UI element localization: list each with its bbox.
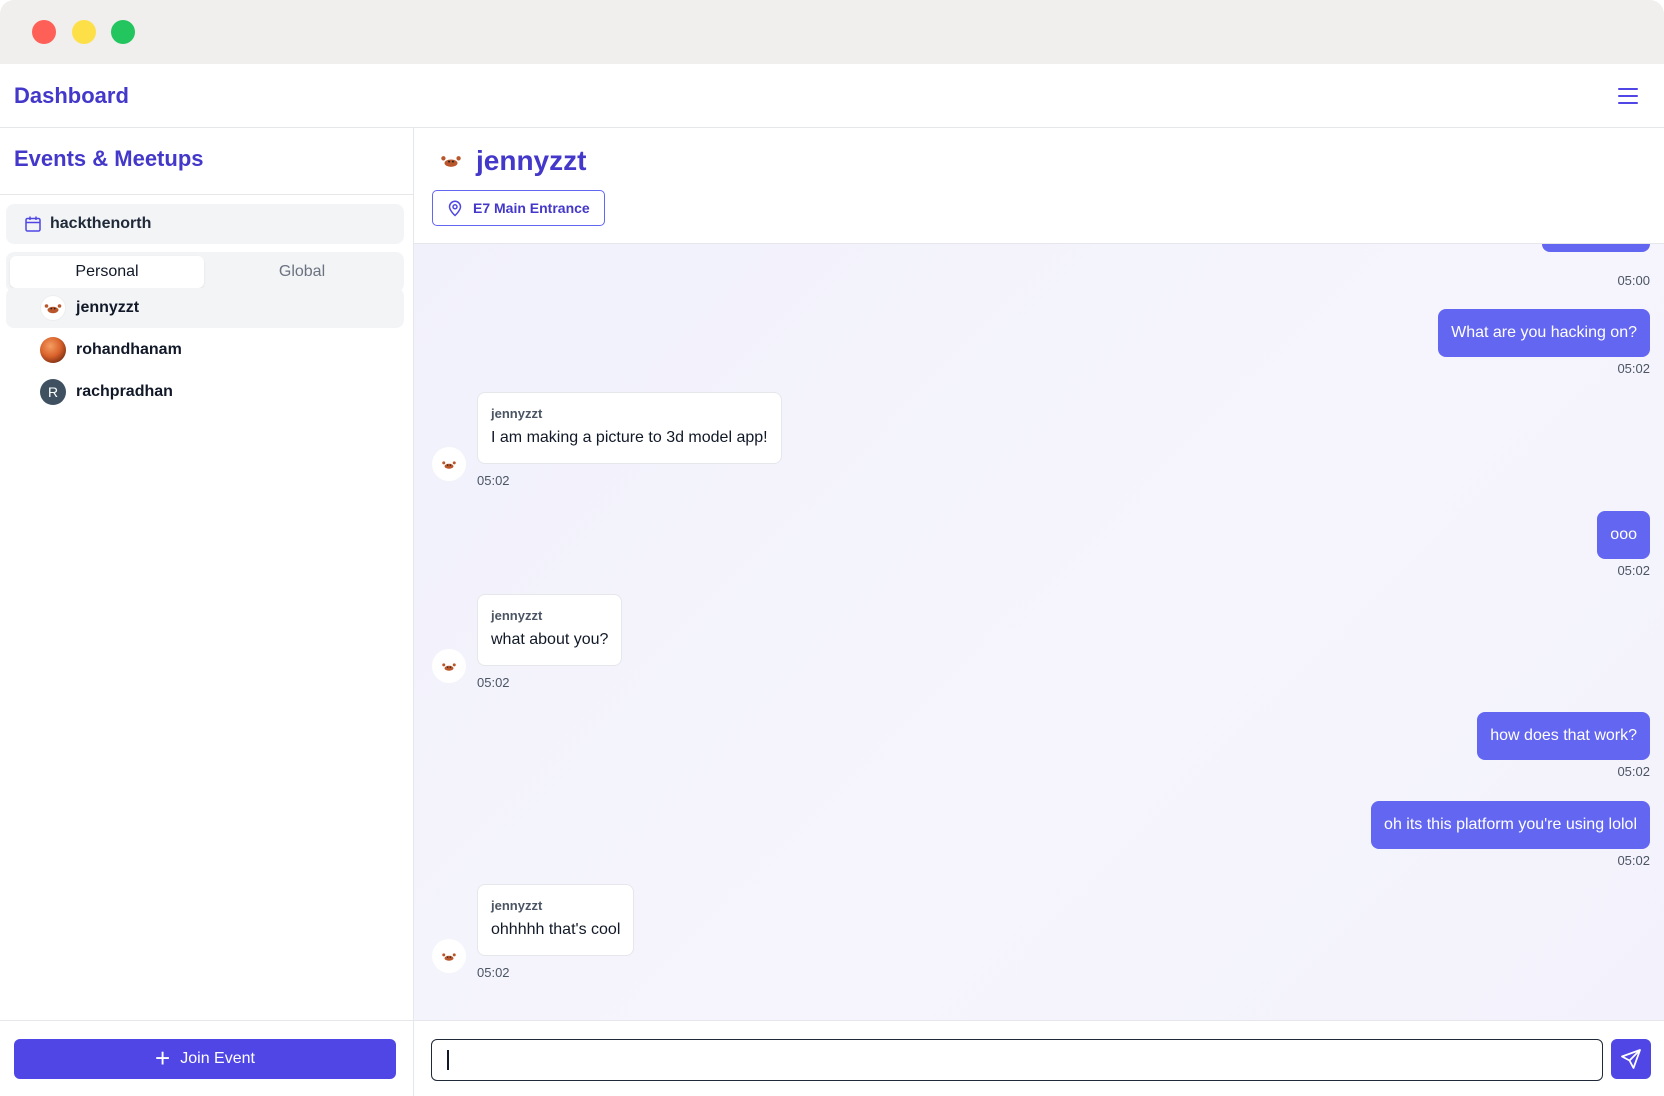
message-timestamp: 05:02 <box>1617 361 1650 376</box>
message-text: ohhhhh that's cool <box>491 921 621 938</box>
message-list[interactable]: 05:00 What are you hacking on? 05:02 jen… <box>414 244 1664 1020</box>
hamburger-menu-icon[interactable] <box>1612 80 1644 112</box>
send-button[interactable] <box>1611 1039 1651 1079</box>
message-sender: jennyzzt <box>491 406 543 421</box>
contact-name: rachpradhan <box>76 383 173 400</box>
send-icon <box>1621 1049 1641 1069</box>
sidebar-title: Events & Meetups <box>14 146 204 171</box>
crab-avatar-icon <box>432 447 466 481</box>
message-timestamp: 05:02 <box>1617 853 1650 868</box>
message-timestamp: 05:02 <box>1617 563 1650 578</box>
chat-partner-name: jennyzzt <box>476 145 587 176</box>
event-selector[interactable]: hackthenorth <box>6 204 404 244</box>
message-bubble-outgoing: oh its this platform you're using lolol <box>1371 801 1650 849</box>
contact-item-rohandhanam[interactable]: rohandhanam <box>6 330 404 370</box>
contact-name: jennyzzt <box>76 299 140 316</box>
message-sender: jennyzzt <box>491 608 543 623</box>
message-bubble-outgoing: What are you hacking on? <box>1438 309 1650 357</box>
contact-name: rohandhanam <box>76 341 182 358</box>
plus-icon: + <box>155 1043 171 1073</box>
chat-header: jennyzzt E7 Main Entrance <box>414 128 1664 244</box>
message-bubble-incoming: jennyzzt ohhhhh that's cool <box>477 884 635 956</box>
message-sender: jennyzzt <box>491 898 543 913</box>
join-event-label: Join Event <box>180 1050 255 1067</box>
tab-personal[interactable]: Personal <box>10 256 204 288</box>
crab-avatar-icon <box>432 939 466 973</box>
message-input[interactable] <box>431 1039 1603 1081</box>
message-bubble-outgoing: how does that work? <box>1477 712 1650 760</box>
message-timestamp: 05:02 <box>1617 764 1650 779</box>
message-bubble-outgoing: ooo <box>1597 511 1650 559</box>
app-header: Dashboard <box>0 64 1664 128</box>
event-name: hackthenorth <box>50 215 152 232</box>
calendar-icon <box>25 216 41 232</box>
sidebar: Events & Meetups hackthenorth Personal G… <box>0 128 414 1096</box>
contact-item-rachpradhan[interactable]: R rachpradhan <box>6 372 404 412</box>
window-titlebar <box>0 0 1664 64</box>
sidebar-divider <box>0 194 413 195</box>
tab-global[interactable]: Global <box>205 256 399 288</box>
message-bubble-incoming: jennyzzt what about you? <box>477 594 623 666</box>
message-bubble-incoming: jennyzzt I am making a picture to 3d mod… <box>477 392 782 464</box>
contact-item-jennyzzt[interactable]: jennyzzt <box>6 288 404 328</box>
location-label: E7 Main Entrance <box>473 200 590 216</box>
app-title[interactable]: Dashboard <box>14 76 129 116</box>
chat-panel: jennyzzt E7 Main Entrance 05:00 What are… <box>414 128 1664 1096</box>
message-text: I am making a picture to 3d model app! <box>491 429 768 446</box>
message-timestamp: 05:00 <box>1617 273 1650 288</box>
maximize-window-button[interactable] <box>111 20 135 44</box>
message-text: what about you? <box>491 631 609 648</box>
location-badge[interactable]: E7 Main Entrance <box>432 190 605 226</box>
close-window-button[interactable] <box>32 20 56 44</box>
map-pin-icon <box>448 200 462 217</box>
join-event-button[interactable]: + Join Event <box>14 1039 396 1079</box>
crab-avatar-icon <box>40 295 66 321</box>
message-timestamp: 05:02 <box>477 965 510 980</box>
message-timestamp: 05:02 <box>477 675 510 690</box>
crab-avatar-icon <box>432 649 466 683</box>
initial-avatar: R <box>40 379 66 405</box>
crab-avatar-icon <box>441 156 461 167</box>
text-caret <box>447 1050 449 1070</box>
profile-photo-avatar <box>40 337 66 363</box>
message-timestamp: 05:02 <box>477 473 510 488</box>
chat-scope-tabs: Personal Global <box>6 252 404 292</box>
message-bubble-outgoing-partial <box>1542 244 1650 252</box>
minimize-window-button[interactable] <box>72 20 96 44</box>
message-composer <box>414 1020 1664 1096</box>
sidebar-footer: + Join Event <box>0 1020 413 1096</box>
